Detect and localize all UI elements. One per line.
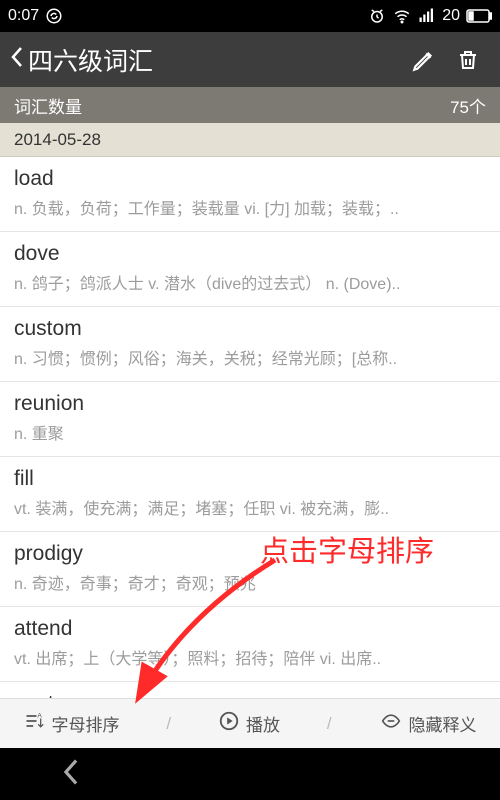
sort-icon: A	[23, 711, 45, 736]
alarm-icon	[368, 7, 386, 25]
date-section: 2014-05-28	[0, 123, 500, 157]
word-headword: attend	[14, 617, 486, 641]
word-item[interactable]: load n. 负载，负荷；工作量；装载量 vi. [力] 加载；装载；..	[0, 157, 500, 232]
word-item[interactable]: prodigy n. 奇迹，奇事；奇才；奇观；预兆	[0, 532, 500, 607]
page-title: 四六级词汇	[28, 42, 402, 78]
hide-definition-button[interactable]: 隐藏释义	[379, 711, 477, 736]
system-navbar	[0, 748, 500, 800]
status-bar: 0:07 20	[0, 0, 500, 32]
status-time: 0:07	[8, 7, 39, 25]
battery-icon	[466, 9, 492, 23]
wifi-icon	[392, 7, 412, 25]
sync-icon	[45, 7, 63, 25]
edit-button[interactable]	[402, 38, 446, 82]
word-item[interactable]: spot	[0, 682, 500, 698]
count-label: 词汇数量	[14, 93, 82, 118]
word-headword: custom	[14, 317, 486, 341]
word-item[interactable]: attend vt. 出席；上（大学等）；照料；招待；陪伴 vi. 出席..	[0, 607, 500, 682]
word-headword: prodigy	[14, 542, 486, 566]
play-icon	[218, 710, 240, 737]
signal-icon	[418, 7, 436, 25]
hide-label: 隐藏释义	[409, 711, 477, 736]
eye-hide-icon	[379, 711, 403, 736]
word-definition: n. 奇迹，奇事；奇才；奇观；预兆	[14, 570, 486, 594]
count-row: 词汇数量 75个	[0, 87, 500, 123]
word-definition: vt. 出席；上（大学等）；照料；招待；陪伴 vi. 出席..	[14, 645, 486, 669]
delete-button[interactable]	[446, 38, 490, 82]
word-item[interactable]: fill vt. 装满，使充满；满足；堵塞；任职 vi. 被充满，膨..	[0, 457, 500, 532]
count-value: 75个	[450, 93, 486, 118]
word-definition: n. 鸽子；鸽派人士 v. 潜水（dive的过去式） n. (Dove)..	[14, 270, 486, 294]
word-item[interactable]: reunion n. 重聚	[0, 382, 500, 457]
bottom-toolbar: A 字母排序 / 播放 / 隐藏释义	[0, 698, 500, 748]
word-headword: dove	[14, 242, 486, 266]
word-list[interactable]: load n. 负载，负荷；工作量；装载量 vi. [力] 加载；装载；.. dov…	[0, 157, 500, 698]
sort-alpha-button[interactable]: A 字母排序	[23, 711, 119, 736]
toolbar-separator: /	[166, 714, 171, 734]
svg-text:A: A	[38, 713, 43, 720]
word-headword: load	[14, 167, 486, 191]
word-item[interactable]: dove n. 鸽子；鸽派人士 v. 潜水（dive的过去式） n. (Dove)…	[0, 232, 500, 307]
word-definition: vt. 装满，使充满；满足；堵塞；任职 vi. 被充满，膨..	[14, 495, 486, 519]
word-headword: fill	[14, 467, 486, 491]
word-definition: n. 重聚	[14, 420, 486, 444]
back-chevron-icon[interactable]	[10, 44, 24, 75]
word-definition: n. 习惯；惯例；风俗；海关，关税；经常光顾；[总称..	[14, 345, 486, 369]
titlebar: 四六级词汇	[0, 32, 500, 87]
word-definition: n. 负载，负荷；工作量；装载量 vi. [力] 加载；装载；..	[14, 195, 486, 219]
play-label: 播放	[246, 711, 280, 736]
word-headword: reunion	[14, 392, 486, 416]
toolbar-separator: /	[327, 714, 332, 734]
word-item[interactable]: custom n. 习惯；惯例；风俗；海关，关税；经常光顾；[总称..	[0, 307, 500, 382]
sort-label: 字母排序	[51, 711, 119, 736]
nav-back-button[interactable]	[60, 758, 82, 791]
battery-level: 20	[442, 7, 460, 25]
play-button[interactable]: 播放	[218, 710, 280, 737]
